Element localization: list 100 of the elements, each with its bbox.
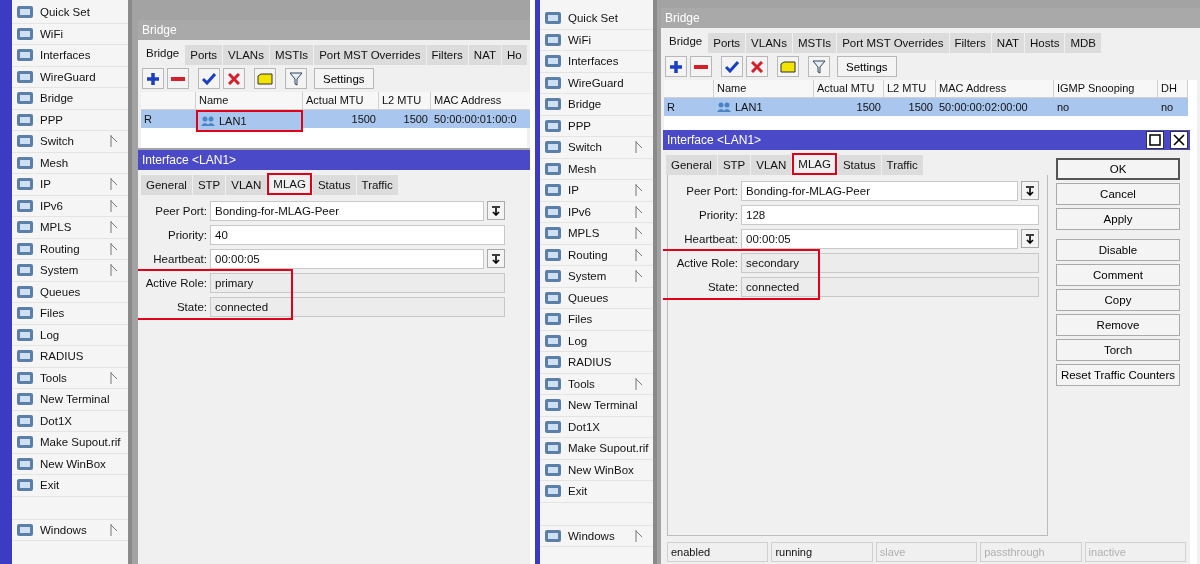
column-header[interactable]: Actual MTU	[814, 80, 884, 98]
dropdown-button[interactable]	[487, 249, 505, 268]
menu-item[interactable]: Quick Set	[540, 8, 653, 30]
menu-item[interactable]: Windows	[540, 525, 653, 547]
menu-item[interactable]: RADIUS	[540, 352, 653, 374]
menu-item[interactable]: New WinBox	[540, 459, 653, 481]
tab[interactable]: VLAN	[226, 175, 267, 195]
disable-button[interactable]	[746, 56, 768, 77]
column-header[interactable]: L2 MTU	[379, 92, 431, 110]
remove-button[interactable]	[690, 56, 712, 77]
dialog-button[interactable]: Remove	[1056, 314, 1180, 336]
tab[interactable]: Status	[837, 155, 881, 175]
tab[interactable]: Port MST Overrides	[314, 45, 426, 65]
menu-item[interactable]: Queues	[540, 287, 653, 309]
column-header[interactable]: MAC Address	[431, 92, 530, 110]
menu-item[interactable]: Exit	[12, 475, 128, 497]
input-field[interactable]: 128	[741, 204, 1039, 225]
menu-item[interactable]: RADIUS	[12, 346, 128, 368]
tab[interactable]: Filters	[949, 33, 991, 53]
menu-item[interactable]: New WinBox	[12, 453, 128, 475]
dropdown-button[interactable]	[487, 201, 505, 220]
filter-button[interactable]	[285, 68, 307, 89]
menu-item[interactable]: System	[12, 260, 128, 282]
column-header[interactable]: IGMP Snooping	[1054, 80, 1158, 98]
menu-item[interactable]: WiFi	[540, 29, 653, 51]
menu-item[interactable]: Interfaces	[540, 51, 653, 73]
tab[interactable]: Traffic	[356, 175, 398, 195]
input-field[interactable]: 40	[210, 224, 505, 245]
menu-item[interactable]: WiFi	[12, 23, 128, 45]
menu-item[interactable]: Windows	[12, 519, 128, 541]
tab[interactable]: MSTIs	[792, 33, 837, 53]
enable-button[interactable]	[721, 56, 743, 77]
dialog-button[interactable]: OK	[1056, 158, 1180, 180]
close-icon[interactable]	[1170, 131, 1188, 149]
tab[interactable]: MDB	[1065, 33, 1101, 53]
tab[interactable]: VLAN	[751, 155, 792, 175]
column-header[interactable]: DH	[1158, 80, 1188, 98]
menu-item[interactable]: PPP	[540, 115, 653, 137]
tab[interactable]: MLAG	[792, 153, 837, 175]
column-header[interactable]: Name	[196, 92, 303, 110]
menu-item[interactable]: New Terminal	[540, 395, 653, 417]
tab[interactable]: Filters	[426, 45, 468, 65]
menu-item[interactable]: System	[540, 266, 653, 288]
tab[interactable]: VLANs	[223, 45, 269, 65]
column-header[interactable]: L2 MTU	[884, 80, 936, 98]
column-header[interactable]: Name	[714, 80, 814, 98]
menu-item[interactable]: Files	[12, 303, 128, 325]
dialog-button[interactable]: Copy	[1056, 289, 1180, 311]
tab[interactable]: Ports	[708, 33, 746, 53]
menu-item[interactable]: IPv6	[540, 201, 653, 223]
tab[interactable]: Port MST Overrides	[837, 33, 949, 53]
tab[interactable]: Hosts	[1025, 33, 1065, 53]
menu-item[interactable]: Routing	[12, 238, 128, 260]
filter-button[interactable]	[808, 56, 830, 77]
menu-item[interactable]: Tools	[540, 373, 653, 395]
menu-item[interactable]: MPLS	[540, 223, 653, 245]
menu-item[interactable]: Switch	[540, 137, 653, 159]
menu-item[interactable]: IP	[540, 180, 653, 202]
dialog-button[interactable]: Apply	[1056, 208, 1180, 230]
menu-item[interactable]: IP	[12, 174, 128, 196]
tab[interactable]: STP	[192, 175, 226, 195]
dialog-button[interactable]: Torch	[1056, 339, 1180, 361]
add-button[interactable]	[142, 68, 164, 89]
menu-item[interactable]: Dot1X	[12, 410, 128, 432]
comment-button[interactable]	[777, 56, 799, 77]
dropdown-button[interactable]	[1021, 229, 1039, 248]
menu-item[interactable]: New Terminal	[12, 389, 128, 411]
menu-item[interactable]: PPP	[12, 109, 128, 131]
tab[interactable]: VLANs	[746, 33, 792, 53]
remove-button[interactable]	[167, 68, 189, 89]
menu-item[interactable]: Routing	[540, 244, 653, 266]
input-field[interactable]: Bonding-for-MLAG-Peer	[741, 180, 1018, 201]
tab[interactable]: NAT	[468, 45, 501, 65]
tab[interactable]: Ho	[502, 45, 527, 65]
tab[interactable]: Traffic	[881, 155, 923, 175]
menu-item[interactable]: Log	[12, 324, 128, 346]
menu-item[interactable]: IPv6	[12, 195, 128, 217]
dialog-button[interactable]: Reset Traffic Counters	[1056, 364, 1180, 386]
menu-item[interactable]: MPLS	[12, 217, 128, 239]
menu-item[interactable]: Exit	[540, 481, 653, 503]
menu-item[interactable]: Bridge	[12, 88, 128, 110]
tab[interactable]: General	[666, 155, 717, 175]
menu-item[interactable]: Quick Set	[12, 2, 128, 24]
input-field[interactable]: 00:00:05	[741, 228, 1018, 249]
tab[interactable]: Ports	[185, 45, 223, 65]
enable-button[interactable]	[198, 68, 220, 89]
menu-item[interactable]: WireGuard	[12, 66, 128, 88]
tab[interactable]: NAT	[991, 33, 1024, 53]
tab[interactable]: MSTIs	[269, 45, 314, 65]
maximize-icon[interactable]	[1146, 131, 1164, 149]
dialog-button[interactable]: Cancel	[1056, 183, 1180, 205]
dialog-button[interactable]: Comment	[1056, 264, 1180, 286]
menu-item[interactable]: Bridge	[540, 94, 653, 116]
menu-item[interactable]: Log	[540, 330, 653, 352]
tab[interactable]: STP	[717, 155, 751, 175]
dropdown-button[interactable]	[1021, 181, 1039, 200]
menu-item[interactable]: Queues	[12, 281, 128, 303]
tab[interactable]: Status	[312, 175, 356, 195]
tab[interactable]: MLAG	[267, 173, 312, 195]
menu-item[interactable]: Dot1X	[540, 416, 653, 438]
